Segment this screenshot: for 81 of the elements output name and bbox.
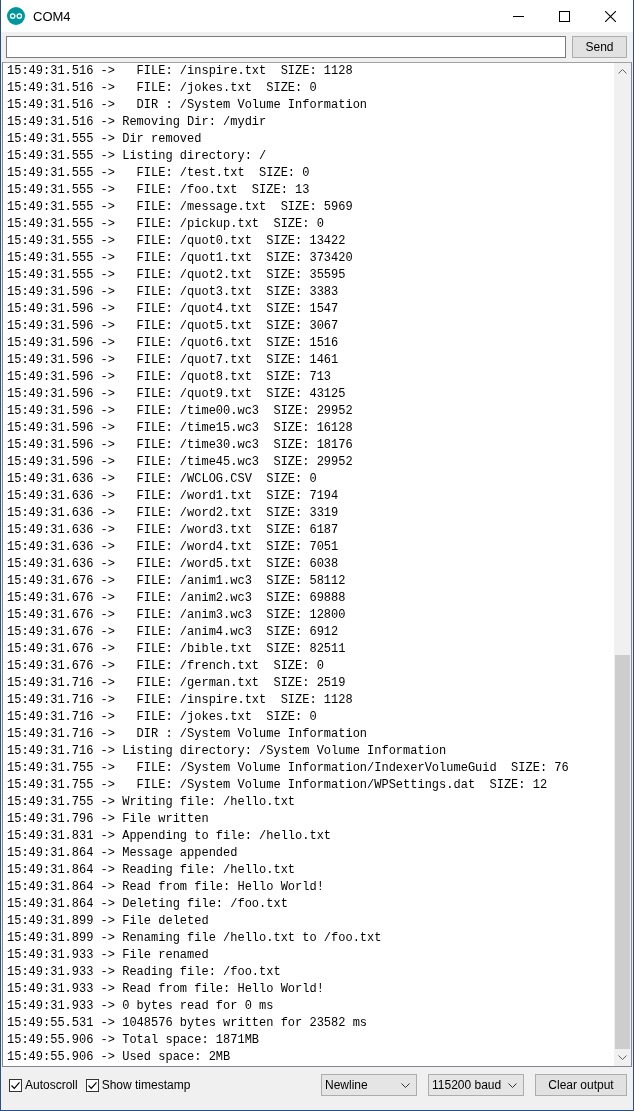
- log-line: 15:49:31.933 -> 0 bytes read for 0 ms: [7, 998, 275, 1015]
- scroll-down-icon[interactable]: [618, 1055, 627, 1060]
- log-line: 15:49:31.596 -> FILE: /quot8.txt SIZE: 713: [7, 369, 333, 386]
- dropdown[interactable]: Newline: [321, 1074, 417, 1096]
- log-line: 15:49:31.676 -> FILE: /anim1.wc3 SIZE: 58112: [7, 573, 347, 590]
- log-line: 15:49:31.555 -> Dir removed: [7, 131, 203, 148]
- log-line: 15:49:31.596 -> FILE: /quot7.txt SIZE: 1461: [7, 352, 340, 369]
- log-line: 15:49:31.716 -> FILE: /german.txt SIZE: 2519: [7, 675, 347, 692]
- log-line: 15:49:31.676 -> FILE: /bible.txt SIZE: 82511: [7, 641, 347, 658]
- log-line: 15:49:31.596 -> FILE: /quot9.txt SIZE: 43125: [7, 386, 347, 403]
- log-line: 15:49:31.933 -> Read from file: Hello World!: [7, 981, 325, 998]
- clear-output-button[interactable]: Clear output: [535, 1074, 627, 1096]
- chevron-down-icon: [401, 1082, 410, 1088]
- minimize-icon[interactable]: [512, 15, 524, 17]
- log-line: 15:49:31.596 -> FILE: /time00.wc3 SIZE: 29952: [7, 403, 354, 420]
- log-line: 15:49:31.596 -> FILE: /time45.wc3 SIZE: 29952: [7, 454, 354, 471]
- log-line: 15:49:31.555 -> FILE: /quot1.txt SIZE: 373420: [7, 250, 354, 267]
- log-line: 15:49:31.755 -> FILE: /System Volume Information/WPSettings.dat SIZE: 12: [7, 777, 549, 794]
- log-line: 15:49:31.555 -> FILE: /quot0.txt SIZE: 13422: [7, 233, 347, 250]
- log-line: 15:49:31.596 -> FILE: /quot4.txt SIZE: 1547: [7, 301, 340, 318]
- log-line: 15:49:31.933 -> File renamed: [7, 947, 210, 964]
- scrollbar[interactable]: [614, 63, 631, 1066]
- log-line: 15:49:31.596 -> FILE: /quot5.txt SIZE: 3067: [7, 318, 340, 335]
- log-line: 15:49:31.516 -> DIR : /System Volume Information: [7, 97, 369, 114]
- log-line: 15:49:31.516 -> FILE: /jokes.txt SIZE: 0: [7, 80, 318, 97]
- log-line: 15:49:31.933 -> Reading file: /foo.txt: [7, 964, 282, 981]
- message-input-field[interactable]: [6, 36, 566, 58]
- log-line: 15:49:31.716 -> Listing directory: /System Volume Information: [7, 743, 448, 760]
- log-line: 15:49:31.755 -> FILE: /System Volume Information/IndexerVolumeGuid SIZE: 76: [7, 760, 570, 777]
- log-line: 15:49:31.864 -> Message appended: [7, 845, 239, 862]
- checkbox[interactable]: [85, 1078, 99, 1092]
- dropdown[interactable]: 115200 baud: [428, 1074, 524, 1096]
- log-line: 15:49:31.555 -> Listing directory: /: [7, 148, 268, 165]
- log-line: 15:49:31.899 -> Renaming file /hello.txt to /foo.txt: [7, 930, 383, 947]
- dropdown-value: Newline: [325, 1078, 368, 1092]
- log-line: 15:49:31.716 -> FILE: /jokes.txt SIZE: 0: [7, 709, 318, 726]
- log-line: 15:49:31.596 -> FILE: /quot3.txt SIZE: 3383: [7, 284, 340, 301]
- checkbox[interactable]: [9, 1078, 22, 1092]
- log-line: 15:49:31.596 -> FILE: /time30.wc3 SIZE: 18176: [7, 437, 354, 454]
- checkbox-label: Autoscroll: [25, 1078, 78, 1092]
- log-line: 15:49:31.864 -> Reading file: /hello.txt: [7, 862, 297, 879]
- log-line: 15:49:55.906 -> Used space: 2MB: [7, 1049, 232, 1066]
- log-line: 15:49:31.864 -> Deleting file: /foo.txt: [7, 896, 289, 913]
- log-line: 15:49:31.516 -> FILE: /inspire.txt SIZE: 1128: [7, 63, 354, 80]
- log-line: 15:49:31.676 -> FILE: /anim2.wc3 SIZE: 69888: [7, 590, 347, 607]
- send-button[interactable]: Send: [572, 36, 627, 58]
- log-line: 15:49:31.555 -> FILE: /test.txt SIZE: 0: [7, 165, 311, 182]
- dropdown-value: 115200 baud: [432, 1078, 502, 1092]
- maximize-icon[interactable]: [558, 10, 570, 22]
- log-line: 15:49:31.636 -> FILE: /word1.txt SIZE: 7194: [7, 488, 340, 505]
- chevron-down-icon: [508, 1082, 517, 1088]
- log-line: 15:49:31.636 -> FILE: /word3.txt SIZE: 6187: [7, 522, 340, 539]
- checkbox-label: Show timestamp: [101, 1078, 191, 1092]
- log-line: 15:49:31.831 -> Appending to file: /hello.txt: [7, 828, 333, 845]
- scroll-up-icon[interactable]: [618, 69, 627, 74]
- scrollbar-thumb[interactable]: [615, 655, 630, 1049]
- log-line: 15:49:31.555 -> FILE: /pickup.txt SIZE: 0: [7, 216, 325, 233]
- log-line: 15:49:31.555 -> FILE: /message.txt SIZE: 5969: [7, 199, 354, 216]
- log-line: 15:49:31.636 -> FILE: /word4.txt SIZE: 7051: [7, 539, 340, 556]
- log-line: 15:49:31.864 -> Read from file: Hello World!: [7, 879, 325, 896]
- log-line: 15:49:31.676 -> FILE: /anim3.wc3 SIZE: 12800: [7, 607, 347, 624]
- log-line: 15:49:31.555 -> FILE: /foo.txt SIZE: 13: [7, 182, 311, 199]
- log-line: 15:49:55.531 -> 1048576 bytes written for 23582 ms: [7, 1015, 369, 1032]
- log-line: 15:49:31.516 -> Removing Dir: /mydir: [7, 114, 268, 131]
- log-line: 15:49:31.555 -> FILE: /quot2.txt SIZE: 35595: [7, 267, 347, 284]
- log-line: 15:49:31.596 -> FILE: /quot6.txt SIZE: 1516: [7, 335, 340, 352]
- log-line: 15:49:31.636 -> FILE: /word5.txt SIZE: 6038: [7, 556, 340, 573]
- app-logo-icon: [7, 7, 25, 25]
- log-line: 15:49:31.899 -> File deleted: [7, 913, 210, 930]
- log-line: 15:49:31.676 -> FILE: /french.txt SIZE: 0: [7, 658, 325, 675]
- log-line: 15:49:55.906 -> Total space: 1871MB: [7, 1032, 261, 1049]
- log-line: 15:49:31.596 -> FILE: /time15.wc3 SIZE: 16128: [7, 420, 354, 437]
- log-line: 15:49:31.636 -> FILE: /WCLOG.CSV SIZE: 0: [7, 471, 318, 488]
- log-line: 15:49:31.796 -> File written: [7, 811, 210, 828]
- log-line: 15:49:31.716 -> DIR : /System Volume Information: [7, 726, 369, 743]
- window-title: COM4: [33, 8, 72, 24]
- log-line: 15:49:31.716 -> FILE: /inspire.txt SIZE: 1128: [7, 692, 354, 709]
- log-line: 15:49:31.636 -> FILE: /word2.txt SIZE: 3319: [7, 505, 340, 522]
- close-icon[interactable]: [604, 10, 616, 22]
- log-line: 15:49:31.676 -> FILE: /anim4.wc3 SIZE: 6912: [7, 624, 340, 641]
- log-line: 15:49:31.755 -> Writing file: /hello.txt: [7, 794, 297, 811]
